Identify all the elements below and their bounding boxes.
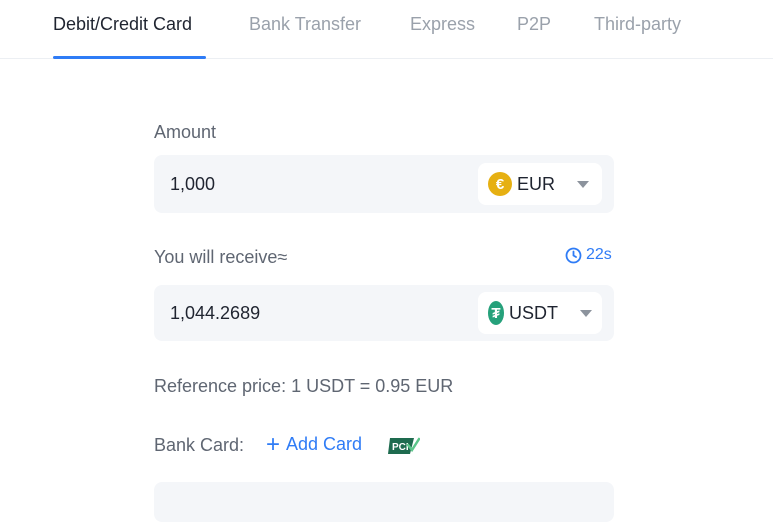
pci-badge-icon: PCI	[388, 437, 420, 454]
receive-amount: 1,044.2689	[170, 303, 261, 323]
add-card-label: Add Card	[286, 434, 363, 454]
tab-express[interactable]: Express	[410, 12, 475, 36]
add-card-button[interactable]: + Add Card	[266, 430, 363, 458]
tether-coin-icon: ₮	[488, 301, 504, 325]
reference-price: Reference price: 1 USDT = 0.95 EUR	[154, 376, 454, 396]
currency-code: USDT	[509, 302, 558, 323]
euro-coin-icon: €	[488, 172, 512, 196]
plus-icon: +	[266, 430, 281, 458]
currency-select-eur[interactable]: € EUR	[478, 163, 602, 205]
chevron-down-icon	[577, 180, 590, 188]
receive-label: You will receive≈	[154, 247, 288, 267]
tab-bank-transfer[interactable]: Bank Transfer	[249, 12, 361, 36]
payment-method-tabs: Debit/Credit Card Bank Transfer Express …	[0, 0, 773, 59]
card-selector-field[interactable]	[154, 482, 614, 522]
tab-p2p[interactable]: P2P	[517, 12, 551, 36]
currency-select-usdt[interactable]: ₮ USDT	[478, 292, 602, 334]
pci-badge-text: PCI	[392, 442, 409, 453]
amount-field[interactable]: 1,000 € EUR	[154, 155, 614, 213]
receive-field: 1,044.2689 ₮ USDT	[154, 285, 614, 341]
amount-label: Amount	[154, 122, 217, 142]
bank-card-label: Bank Card:	[154, 435, 245, 455]
clock-icon	[565, 247, 582, 263]
active-tab-indicator	[53, 56, 206, 59]
currency-code: EUR	[517, 173, 556, 194]
tab-debit-credit-card[interactable]: Debit/Credit Card	[53, 12, 192, 36]
quote-timer: 22s	[565, 246, 612, 264]
chevron-down-icon	[580, 309, 592, 317]
timer-text: 22s	[586, 246, 612, 263]
amount-input[interactable]: 1,000	[170, 155, 215, 213]
tab-third-party[interactable]: Third-party	[594, 12, 681, 36]
